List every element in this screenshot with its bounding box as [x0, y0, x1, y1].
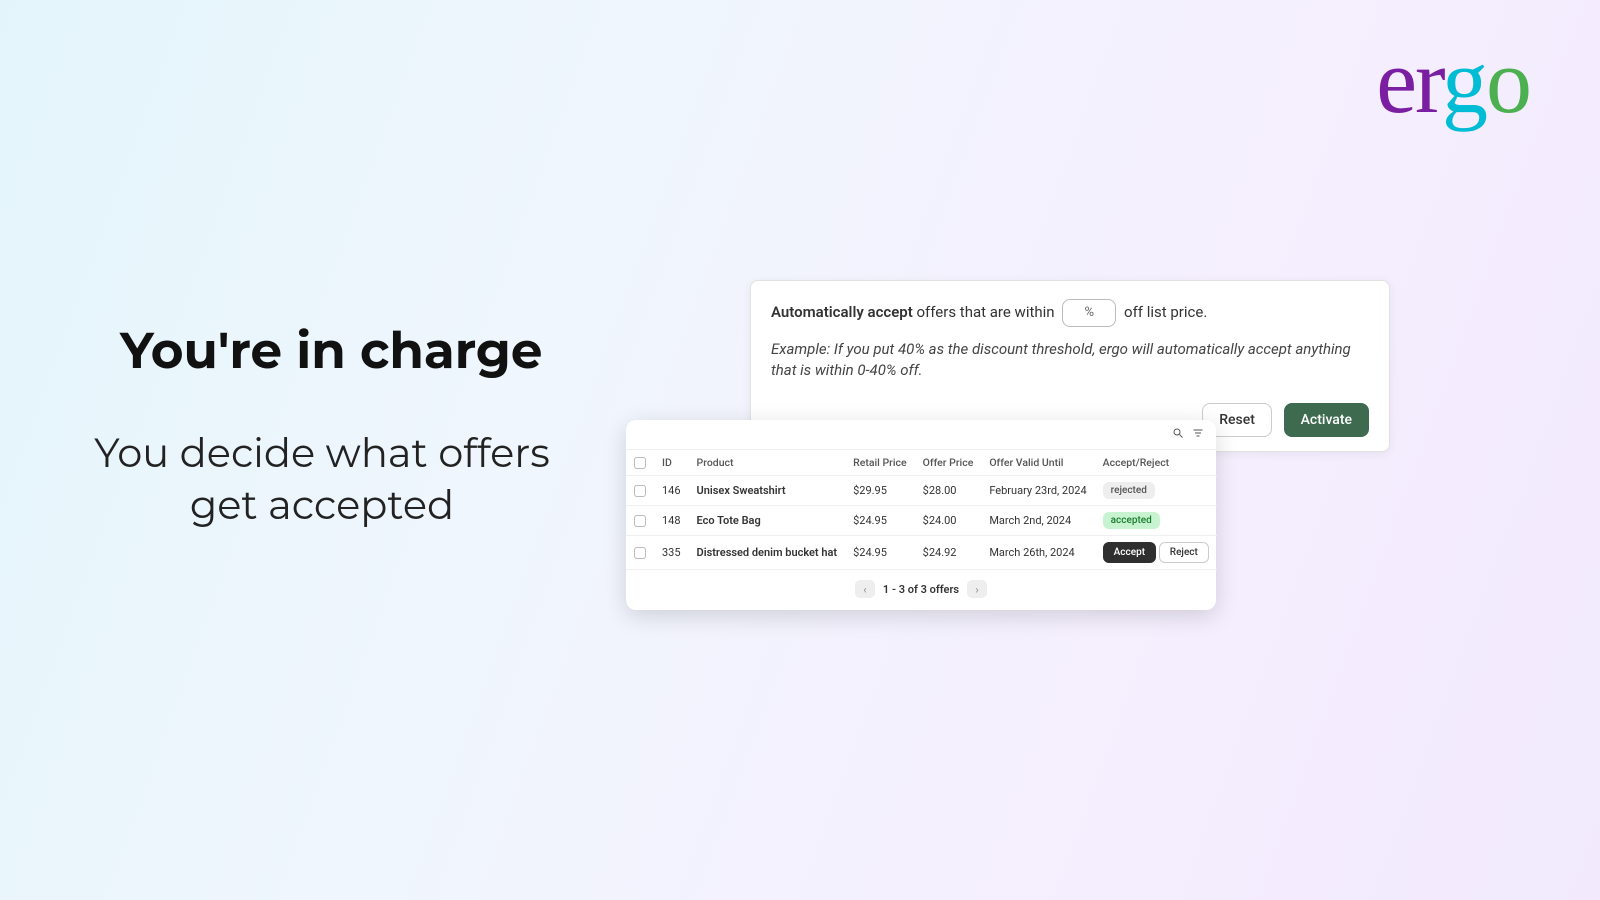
col-id: ID [654, 450, 689, 476]
cell-valid: March 26th, 2024 [981, 536, 1094, 570]
cell-valid: March 2nd, 2024 [981, 506, 1094, 536]
page-title: You're in charge [120, 320, 542, 381]
cell-valid: February 23rd, 2024 [981, 476, 1094, 506]
auto-accept-lead-tail: off list price. [1120, 303, 1207, 321]
cell-product: Eco Tote Bag [689, 506, 846, 536]
cell-id: 335 [654, 536, 689, 570]
cell-product: Unisex Sweatshirt [689, 476, 846, 506]
pager-next-button[interactable]: › [967, 580, 987, 598]
col-offer: Offer Price [915, 450, 982, 476]
table-row: 146Unisex Sweatshirt$29.95$28.00February… [626, 476, 1217, 506]
table-row: 335Distressed denim bucket hat$24.95$24.… [626, 536, 1217, 570]
table-header-row: ID Product Retail Price Offer Price Offe… [626, 450, 1217, 476]
col-product: Product [689, 450, 846, 476]
auto-accept-lead-rest: offers that are within [913, 303, 1059, 321]
status-badge-accepted: accepted [1103, 512, 1160, 529]
pager-prev-button[interactable]: ‹ [855, 580, 875, 598]
auto-accept-description: Automatically accept offers that are wit… [771, 299, 1369, 327]
offers-table-card: ID Product Retail Price Offer Price Offe… [626, 420, 1216, 610]
cell-retail: $29.95 [845, 476, 915, 506]
status-badge-rejected: rejected [1103, 482, 1155, 499]
table-row: 148Eco Tote Bag$24.95$24.00March 2nd, 20… [626, 506, 1217, 536]
col-retail: Retail Price [845, 450, 915, 476]
col-valid: Offer Valid Until [981, 450, 1094, 476]
logo-part-er: er [1376, 30, 1442, 132]
cell-product: Distressed denim bucket hat [689, 536, 846, 570]
search-icon[interactable] [1172, 427, 1184, 442]
auto-accept-example: Example: If you put 40% as the discount … [771, 339, 1369, 381]
auto-accept-lead-bold: Automatically accept [771, 303, 913, 321]
cell-id: 148 [654, 506, 689, 536]
cell-id: 146 [654, 476, 689, 506]
filter-icon[interactable] [1192, 427, 1204, 442]
cell-action: rejected [1095, 476, 1217, 506]
row-checkbox[interactable] [634, 547, 646, 559]
logo-part-g: g [1442, 30, 1486, 132]
col-action: Accept/Reject [1095, 450, 1217, 476]
select-all-checkbox[interactable] [634, 457, 646, 469]
activate-button[interactable]: Activate [1284, 403, 1369, 437]
accept-button[interactable]: Accept [1103, 542, 1156, 563]
cell-offer: $24.92 [915, 536, 982, 570]
cell-action: Accept Reject [1095, 536, 1217, 570]
discount-threshold-input[interactable]: % [1062, 299, 1116, 327]
cell-offer: $28.00 [915, 476, 982, 506]
cell-offer: $24.00 [915, 506, 982, 536]
cell-action: accepted [1095, 506, 1217, 536]
cell-retail: $24.95 [845, 506, 915, 536]
page-subtitle: You decide what offers get accepted [82, 428, 562, 532]
cell-retail: $24.95 [845, 536, 915, 570]
logo-part-o: o [1486, 30, 1530, 132]
ergo-logo: ergo [1376, 35, 1530, 127]
pagination: ‹ 1 - 3 of 3 offers › [626, 570, 1216, 610]
offers-table: ID Product Retail Price Offer Price Offe… [626, 450, 1217, 570]
row-checkbox[interactable] [634, 485, 646, 497]
pager-text: 1 - 3 of 3 offers [883, 583, 959, 596]
row-checkbox[interactable] [634, 515, 646, 527]
reject-button[interactable]: Reject [1159, 542, 1209, 563]
